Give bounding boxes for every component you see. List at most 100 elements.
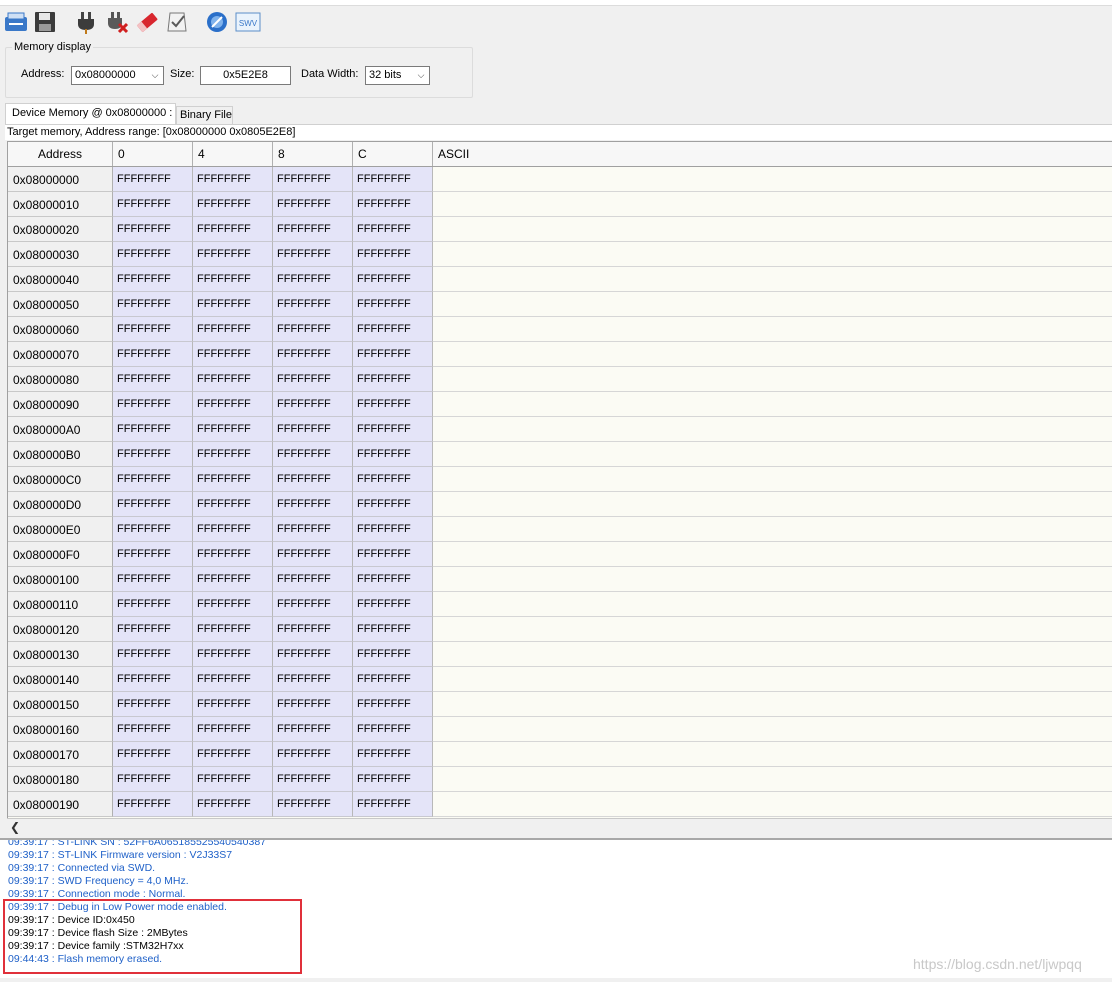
memory-cell[interactable]: FFFFFFFF [273, 467, 353, 492]
memory-cell[interactable]: FFFFFFFF [353, 517, 433, 542]
memory-cell[interactable]: FFFFFFFF [353, 167, 433, 192]
memory-cell[interactable]: FFFFFFFF [193, 292, 273, 317]
memory-cell[interactable]: FFFFFFFF [353, 292, 433, 317]
plug-icon[interactable] [73, 9, 99, 35]
memory-cell[interactable]: FFFFFFFF [273, 342, 353, 367]
memory-cell[interactable]: FFFFFFFF [353, 367, 433, 392]
memory-cell[interactable]: FFFFFFFF [353, 792, 433, 817]
tab-device-memory[interactable]: Device Memory @ 0x08000000 : [5, 103, 176, 124]
chevron-down-icon[interactable]: ⌵ [413, 67, 429, 84]
memory-cell[interactable]: FFFFFFFF [273, 642, 353, 667]
memory-grid[interactable]: Address 0 4 8 C ASCII 0x08000000 FFFFFFFF… [7, 141, 1112, 819]
mcu-icon[interactable] [204, 9, 230, 35]
memory-cell[interactable]: FFFFFFFF [353, 642, 433, 667]
size-field[interactable]: 0x5E2E8 [200, 66, 291, 85]
memory-cell[interactable]: FFFFFFFF [353, 492, 433, 517]
memory-cell[interactable]: FFFFFFFF [273, 542, 353, 567]
memory-cell[interactable]: FFFFFFFF [353, 317, 433, 342]
header-ascii[interactable]: ASCII [433, 142, 1112, 166]
memory-cell[interactable]: FFFFFFFF [353, 442, 433, 467]
memory-cell[interactable]: FFFFFFFF [273, 742, 353, 767]
memory-cell[interactable]: FFFFFFFF [193, 642, 273, 667]
memory-cell[interactable]: FFFFFFFF [273, 792, 353, 817]
memory-cell[interactable]: FFFFFFFF [353, 192, 433, 217]
memory-cell[interactable]: FFFFFFFF [353, 567, 433, 592]
memory-cell[interactable]: FFFFFFFF [353, 267, 433, 292]
memory-cell[interactable]: FFFFFFFF [273, 292, 353, 317]
memory-cell[interactable]: FFFFFFFF [353, 217, 433, 242]
memory-cell[interactable]: FFFFFFFF [113, 192, 193, 217]
memory-cell[interactable]: FFFFFFFF [193, 667, 273, 692]
memory-cell[interactable]: FFFFFFFF [113, 642, 193, 667]
memory-cell[interactable]: FFFFFFFF [353, 467, 433, 492]
memory-cell[interactable]: FFFFFFFF [273, 517, 353, 542]
swv-icon[interactable]: SWV [235, 9, 261, 35]
memory-cell[interactable]: FFFFFFFF [193, 442, 273, 467]
memory-cell[interactable]: FFFFFFFF [193, 692, 273, 717]
chevron-down-icon[interactable]: ⌵ [147, 67, 163, 84]
memory-cell[interactable]: FFFFFFFF [193, 392, 273, 417]
memory-cell[interactable]: FFFFFFFF [193, 467, 273, 492]
memory-cell[interactable]: FFFFFFFF [353, 542, 433, 567]
memory-cell[interactable]: FFFFFFFF [273, 417, 353, 442]
memory-cell[interactable]: FFFFFFFF [193, 567, 273, 592]
memory-cell[interactable]: FFFFFFFF [273, 167, 353, 192]
memory-cell[interactable]: FFFFFFFF [113, 617, 193, 642]
memory-cell[interactable]: FFFFFFFF [193, 417, 273, 442]
memory-cell[interactable]: FFFFFFFF [113, 317, 193, 342]
memory-cell[interactable]: FFFFFFFF [113, 417, 193, 442]
memory-cell[interactable]: FFFFFFFF [113, 292, 193, 317]
memory-cell[interactable]: FFFFFFFF [193, 217, 273, 242]
memory-cell[interactable]: FFFFFFFF [273, 367, 353, 392]
horizontal-scrollbar[interactable]: ❮ [7, 818, 1112, 835]
memory-cell[interactable]: FFFFFFFF [113, 242, 193, 267]
memory-cell[interactable]: FFFFFFFF [113, 467, 193, 492]
tab-binary-file[interactable]: Binary File [176, 106, 233, 124]
memory-cell[interactable]: FFFFFFFF [193, 592, 273, 617]
memory-cell[interactable]: FFFFFFFF [113, 492, 193, 517]
header-col-8[interactable]: 8 [273, 142, 353, 166]
memory-cell[interactable]: FFFFFFFF [113, 267, 193, 292]
memory-cell[interactable]: FFFFFFFF [353, 742, 433, 767]
header-col-0[interactable]: 0 [113, 142, 193, 166]
memory-cell[interactable]: FFFFFFFF [193, 317, 273, 342]
memory-cell[interactable]: FFFFFFFF [273, 317, 353, 342]
memory-cell[interactable]: FFFFFFFF [353, 417, 433, 442]
memory-cell[interactable]: FFFFFFFF [273, 567, 353, 592]
memory-cell[interactable]: FFFFFFFF [113, 442, 193, 467]
memory-cell[interactable]: FFFFFFFF [113, 392, 193, 417]
memory-cell[interactable]: FFFFFFFF [113, 792, 193, 817]
memory-cell[interactable]: FFFFFFFF [353, 592, 433, 617]
memory-cell[interactable]: FFFFFFFF [193, 242, 273, 267]
header-col-4[interactable]: 4 [193, 142, 273, 166]
address-combo[interactable]: 0x08000000 ⌵ [71, 66, 164, 85]
memory-cell[interactable]: FFFFFFFF [113, 517, 193, 542]
memory-cell[interactable]: FFFFFFFF [353, 692, 433, 717]
memory-cell[interactable]: FFFFFFFF [113, 167, 193, 192]
memory-cell[interactable]: FFFFFFFF [193, 717, 273, 742]
memory-cell[interactable]: FFFFFFFF [193, 767, 273, 792]
memory-cell[interactable]: FFFFFFFF [113, 592, 193, 617]
memory-cell[interactable]: FFFFFFFF [273, 192, 353, 217]
memory-cell[interactable]: FFFFFFFF [273, 592, 353, 617]
save-icon[interactable] [32, 9, 58, 35]
memory-cell[interactable]: FFFFFFFF [273, 617, 353, 642]
memory-cell[interactable]: FFFFFFFF [193, 367, 273, 392]
connect-icon[interactable] [3, 9, 29, 35]
memory-cell[interactable]: FFFFFFFF [273, 667, 353, 692]
memory-cell[interactable]: FFFFFFFF [113, 717, 193, 742]
memory-cell[interactable]: FFFFFFFF [113, 767, 193, 792]
header-col-c[interactable]: C [353, 142, 433, 166]
memory-cell[interactable]: FFFFFFFF [193, 617, 273, 642]
memory-cell[interactable]: FFFFFFFF [273, 717, 353, 742]
memory-cell[interactable]: FFFFFFFF [353, 667, 433, 692]
memory-cell[interactable]: FFFFFFFF [273, 767, 353, 792]
memory-cell[interactable]: FFFFFFFF [113, 742, 193, 767]
memory-cell[interactable]: FFFFFFFF [273, 267, 353, 292]
memory-cell[interactable]: FFFFFFFF [113, 667, 193, 692]
memory-cell[interactable]: FFFFFFFF [353, 242, 433, 267]
memory-cell[interactable]: FFFFFFFF [113, 342, 193, 367]
memory-cell[interactable]: FFFFFFFF [113, 567, 193, 592]
memory-cell[interactable]: FFFFFFFF [193, 267, 273, 292]
memory-cell[interactable]: FFFFFFFF [273, 242, 353, 267]
